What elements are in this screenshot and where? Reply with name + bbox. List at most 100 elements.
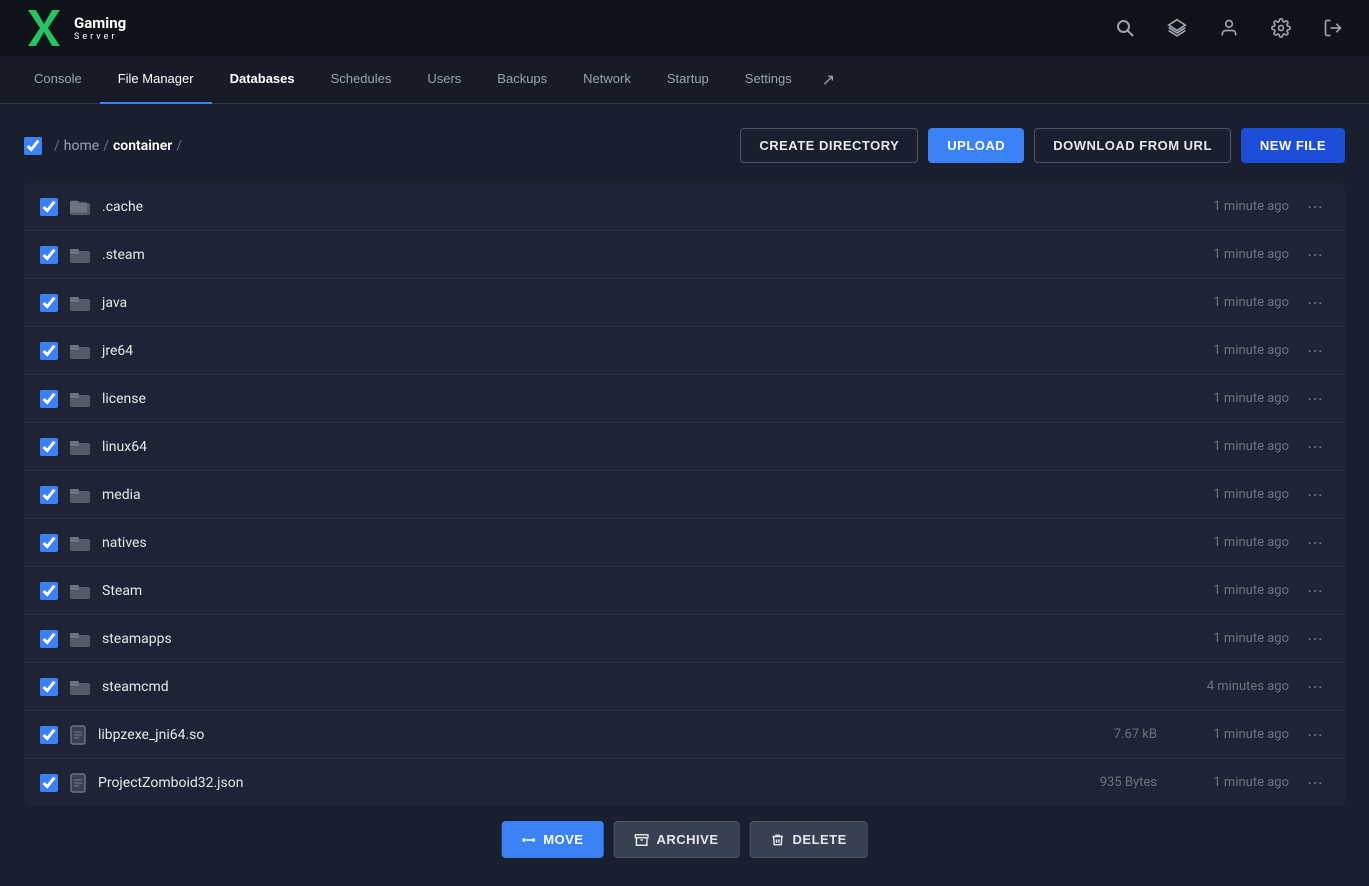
select-all-checkbox[interactable] bbox=[24, 137, 42, 155]
file-menu-button[interactable]: ⋯ bbox=[1301, 243, 1329, 266]
file-name[interactable]: natives bbox=[102, 535, 1065, 551]
file-name[interactable]: jre64 bbox=[102, 343, 1065, 359]
tab-file-manager[interactable]: File Manager bbox=[100, 56, 212, 104]
breadcrumb-home[interactable]: home bbox=[64, 138, 99, 154]
file-menu-button[interactable]: ⋯ bbox=[1301, 435, 1329, 458]
file-time: 1 minute ago bbox=[1169, 727, 1289, 742]
file-menu-button[interactable]: ⋯ bbox=[1301, 675, 1329, 698]
archive-button[interactable]: ARCHIVE bbox=[613, 821, 739, 858]
file-size: 935 Bytes bbox=[1077, 775, 1157, 790]
folder-icon bbox=[70, 583, 90, 599]
delete-button[interactable]: DELETE bbox=[750, 821, 868, 858]
new-file-button[interactable]: NEW FILE bbox=[1241, 128, 1345, 163]
file-checkbox[interactable] bbox=[40, 198, 58, 216]
file-name[interactable]: linux64 bbox=[102, 439, 1065, 455]
file-name[interactable]: java bbox=[102, 295, 1065, 311]
breadcrumb-slash-2: / bbox=[103, 138, 109, 154]
file-name[interactable]: media bbox=[102, 487, 1065, 503]
file-menu-button[interactable]: ⋯ bbox=[1301, 771, 1329, 794]
logout-button[interactable] bbox=[1317, 12, 1349, 44]
download-from-url-button[interactable]: DOWNLOAD FROM URL bbox=[1034, 128, 1231, 163]
file-checkbox[interactable] bbox=[40, 534, 58, 552]
logout-icon bbox=[1323, 18, 1343, 38]
tab-console[interactable]: Console bbox=[16, 56, 100, 104]
file-checkbox[interactable] bbox=[40, 438, 58, 456]
file-name[interactable]: license bbox=[102, 391, 1065, 407]
file-time: 1 minute ago bbox=[1169, 391, 1289, 406]
file-checkbox[interactable] bbox=[40, 582, 58, 600]
logo-gaming: Gaming bbox=[74, 14, 126, 32]
folder-icon bbox=[70, 535, 90, 551]
folder-icon bbox=[70, 391, 90, 407]
tab-users[interactable]: Users bbox=[409, 56, 479, 104]
file-checkbox[interactable] bbox=[40, 294, 58, 312]
file-checkbox[interactable] bbox=[40, 390, 58, 408]
settings-button[interactable] bbox=[1265, 12, 1297, 44]
file-menu-button[interactable]: ⋯ bbox=[1301, 579, 1329, 602]
file-time: 1 minute ago bbox=[1169, 199, 1289, 214]
tab-schedules[interactable]: Schedules bbox=[313, 56, 410, 104]
file-checkbox[interactable] bbox=[40, 342, 58, 360]
file-name[interactable]: steamcmd bbox=[102, 679, 1065, 695]
file-checkbox[interactable] bbox=[40, 678, 58, 696]
external-link-icon[interactable]: ↗ bbox=[810, 56, 847, 103]
logo: Gaming Server bbox=[20, 6, 126, 50]
file-menu-button[interactable]: ⋯ bbox=[1301, 195, 1329, 218]
file-name[interactable]: libpzexe_jni64.so bbox=[98, 727, 1065, 743]
table-row: license 1 minute ago ⋯ bbox=[24, 375, 1345, 423]
table-row: .steam 1 minute ago ⋯ bbox=[24, 231, 1345, 279]
table-row: natives 1 minute ago ⋯ bbox=[24, 519, 1345, 567]
folder-icon bbox=[70, 439, 90, 455]
file-time: 1 minute ago bbox=[1169, 487, 1289, 502]
file-menu-button[interactable]: ⋯ bbox=[1301, 387, 1329, 410]
folder-icon bbox=[70, 247, 90, 263]
user-icon bbox=[1219, 18, 1239, 38]
user-button[interactable] bbox=[1213, 12, 1245, 44]
tab-settings[interactable]: Settings bbox=[727, 56, 810, 104]
file-name[interactable]: .cache bbox=[102, 199, 1065, 215]
file-menu-button[interactable]: ⋯ bbox=[1301, 339, 1329, 362]
file-time: 4 minutes ago bbox=[1169, 679, 1289, 694]
table-row: .cache 1 minute ago ⋯ bbox=[24, 183, 1345, 231]
trash-icon bbox=[771, 833, 785, 847]
bottom-action-bar: MOVE ARCHIVE DELETE bbox=[485, 805, 884, 874]
file-menu-button[interactable]: ⋯ bbox=[1301, 291, 1329, 314]
table-row: media 1 minute ago ⋯ bbox=[24, 471, 1345, 519]
top-bar: Gaming Server bbox=[0, 0, 1369, 56]
file-checkbox[interactable] bbox=[40, 726, 58, 744]
file-name[interactable]: steamapps bbox=[102, 631, 1065, 647]
tab-databases[interactable]: Databases bbox=[212, 56, 313, 104]
file-size: 7.67 kB bbox=[1077, 727, 1157, 742]
archive-icon bbox=[634, 833, 648, 847]
file-checkbox[interactable] bbox=[40, 774, 58, 792]
file-icon bbox=[70, 725, 86, 745]
upload-button[interactable]: UPLOAD bbox=[928, 128, 1024, 163]
breadcrumb-slash-1: / bbox=[54, 138, 60, 154]
file-checkbox[interactable] bbox=[40, 630, 58, 648]
file-time: 1 minute ago bbox=[1169, 583, 1289, 598]
layers-button[interactable] bbox=[1161, 12, 1193, 44]
table-row: ProjectZomboid32.json 935 Bytes 1 minute… bbox=[24, 759, 1345, 806]
layers-icon bbox=[1167, 18, 1187, 38]
file-menu-button[interactable]: ⋯ bbox=[1301, 723, 1329, 746]
table-row: Steam 1 minute ago ⋯ bbox=[24, 567, 1345, 615]
table-row: java 1 minute ago ⋯ bbox=[24, 279, 1345, 327]
file-name[interactable]: Steam bbox=[102, 583, 1065, 599]
move-icon bbox=[521, 833, 535, 847]
file-checkbox[interactable] bbox=[40, 246, 58, 264]
tab-backups[interactable]: Backups bbox=[479, 56, 565, 104]
folder-icon bbox=[70, 679, 90, 695]
move-button[interactable]: MOVE bbox=[501, 821, 603, 858]
create-directory-button[interactable]: CREATE DIRECTORY bbox=[740, 128, 918, 163]
top-icons bbox=[1109, 12, 1349, 44]
file-time: 1 minute ago bbox=[1169, 775, 1289, 790]
tab-network[interactable]: Network bbox=[565, 56, 649, 104]
tab-startup[interactable]: Startup bbox=[649, 56, 727, 104]
file-name[interactable]: .steam bbox=[102, 247, 1065, 263]
file-menu-button[interactable]: ⋯ bbox=[1301, 531, 1329, 554]
file-menu-button[interactable]: ⋯ bbox=[1301, 483, 1329, 506]
file-name[interactable]: ProjectZomboid32.json bbox=[98, 775, 1065, 791]
file-checkbox[interactable] bbox=[40, 486, 58, 504]
search-button[interactable] bbox=[1109, 12, 1141, 44]
file-menu-button[interactable]: ⋯ bbox=[1301, 627, 1329, 650]
